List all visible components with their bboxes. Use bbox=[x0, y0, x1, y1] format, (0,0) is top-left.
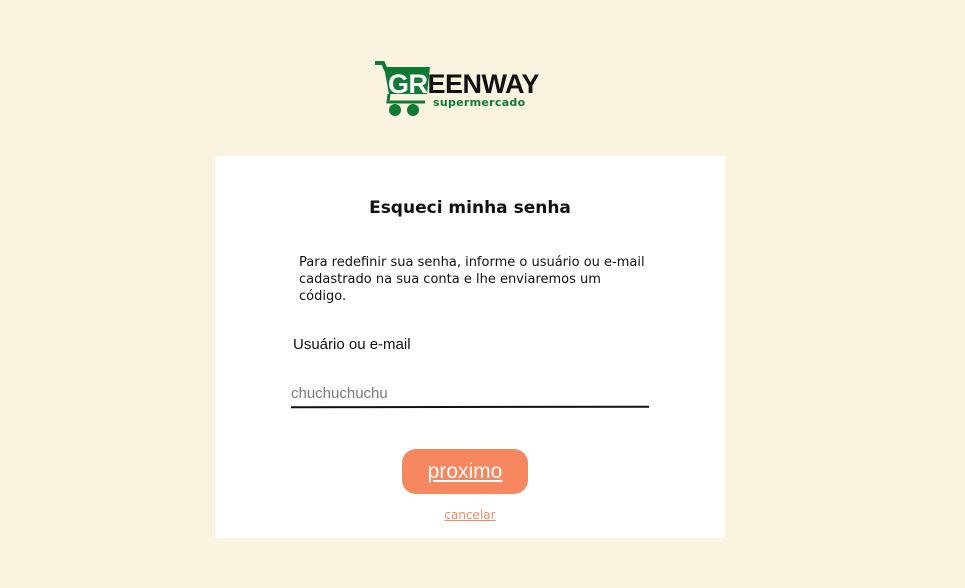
cancel-link[interactable]: cancelar bbox=[215, 508, 725, 522]
username-email-field-wrapper bbox=[290, 380, 650, 409]
logo-brand: GREENWAY bbox=[388, 69, 540, 99]
next-button[interactable]: proximo bbox=[402, 449, 528, 494]
logo-brand-highlight: GR bbox=[388, 69, 428, 99]
input-underline bbox=[290, 405, 650, 409]
greenway-logo: GREENWAY supermercado bbox=[375, 60, 545, 120]
username-email-input[interactable] bbox=[291, 380, 649, 406]
instructions-text: Para redefinir sua senha, informe o usuá… bbox=[299, 255, 645, 304]
username-email-label: Usuário ou e-mail bbox=[293, 336, 411, 353]
logo-tagline: supermercado bbox=[433, 96, 526, 109]
page-title: Esqueci minha senha bbox=[369, 198, 571, 218]
logo-brand-rest: EENWAY bbox=[427, 69, 540, 99]
forgot-password-card: Esqueci minha senha Para redefinir sua s… bbox=[215, 156, 725, 538]
